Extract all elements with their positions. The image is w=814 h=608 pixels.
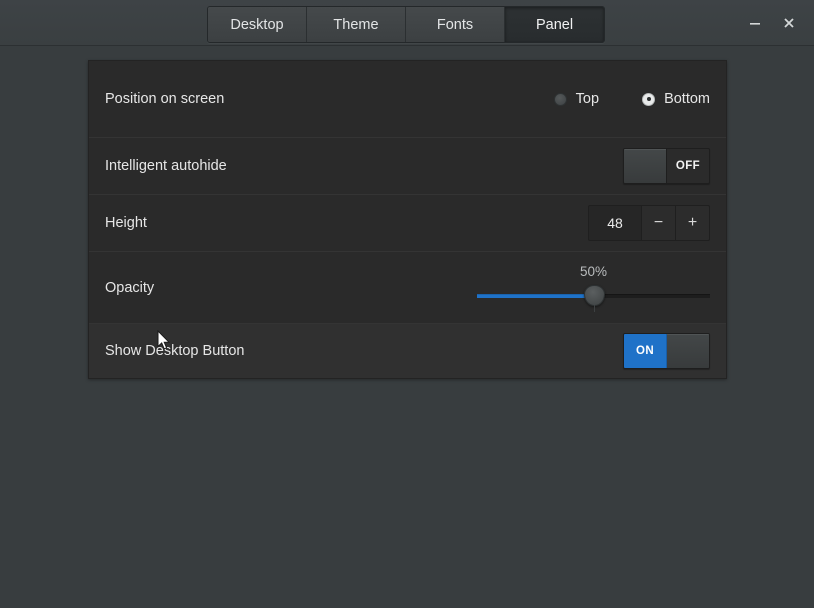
tab-desktop-label: Desktop bbox=[230, 17, 283, 33]
opacity-slider-handle[interactable] bbox=[584, 285, 605, 306]
row-height: Height 48 − + bbox=[89, 195, 726, 252]
tab-panel[interactable]: Panel bbox=[505, 7, 604, 42]
height-increment-button[interactable]: + bbox=[675, 206, 709, 240]
close-icon bbox=[782, 16, 796, 30]
tab-theme[interactable]: Theme bbox=[307, 7, 406, 42]
autohide-toggle-knob bbox=[624, 149, 666, 183]
position-control: Top Bottom bbox=[554, 91, 710, 107]
tab-panel-label: Panel bbox=[536, 17, 573, 33]
height-label: Height bbox=[105, 215, 147, 231]
opacity-value-label: 50% bbox=[477, 264, 710, 279]
opacity-control: 50% bbox=[477, 264, 710, 312]
show-desktop-toggle-state: ON bbox=[624, 334, 667, 368]
tab-desktop[interactable]: Desktop bbox=[208, 7, 307, 42]
tab-bar: Desktop Theme Fonts Panel bbox=[207, 6, 605, 43]
tab-fonts-label: Fonts bbox=[437, 17, 473, 33]
show-desktop-label: Show Desktop Button bbox=[105, 343, 244, 359]
autohide-toggle-state: OFF bbox=[666, 149, 709, 183]
radio-selected-icon bbox=[642, 93, 655, 106]
close-button[interactable] bbox=[772, 6, 806, 40]
height-value[interactable]: 48 bbox=[589, 206, 641, 240]
show-desktop-control: ON bbox=[623, 333, 710, 369]
radio-unselected-icon bbox=[554, 93, 567, 106]
row-opacity: Opacity 50% bbox=[89, 252, 726, 324]
radio-bottom-label: Bottom bbox=[664, 91, 710, 107]
panel-settings-card: Position on screen Top Bottom Intelligen… bbox=[88, 60, 727, 379]
row-position-on-screen: Position on screen Top Bottom bbox=[89, 61, 726, 138]
radio-option-top[interactable]: Top bbox=[554, 91, 599, 107]
window-titlebar: Desktop Theme Fonts Panel bbox=[0, 0, 814, 46]
row-show-desktop-button: Show Desktop Button ON bbox=[89, 324, 726, 378]
autohide-control: OFF bbox=[623, 148, 710, 184]
height-decrement-button[interactable]: − bbox=[641, 206, 675, 240]
position-radio-group: Top Bottom bbox=[554, 91, 710, 107]
radio-option-bottom[interactable]: Bottom bbox=[642, 91, 710, 107]
opacity-slider-fill bbox=[477, 294, 594, 298]
opacity-slider[interactable]: 50% bbox=[477, 264, 710, 312]
height-spinner[interactable]: 48 − + bbox=[588, 205, 710, 241]
height-control: 48 − + bbox=[588, 205, 710, 241]
minimize-icon bbox=[748, 16, 762, 30]
position-label: Position on screen bbox=[105, 91, 224, 107]
show-desktop-toggle[interactable]: ON bbox=[623, 333, 710, 369]
window-controls bbox=[738, 0, 806, 46]
radio-top-label: Top bbox=[576, 91, 599, 107]
autohide-label: Intelligent autohide bbox=[105, 158, 227, 174]
tab-fonts[interactable]: Fonts bbox=[406, 7, 505, 42]
minimize-button[interactable] bbox=[738, 6, 772, 40]
autohide-toggle[interactable]: OFF bbox=[623, 148, 710, 184]
tab-theme-label: Theme bbox=[333, 17, 378, 33]
row-intelligent-autohide: Intelligent autohide OFF bbox=[89, 138, 726, 195]
opacity-label: Opacity bbox=[105, 280, 154, 296]
show-desktop-toggle-knob bbox=[667, 334, 709, 368]
